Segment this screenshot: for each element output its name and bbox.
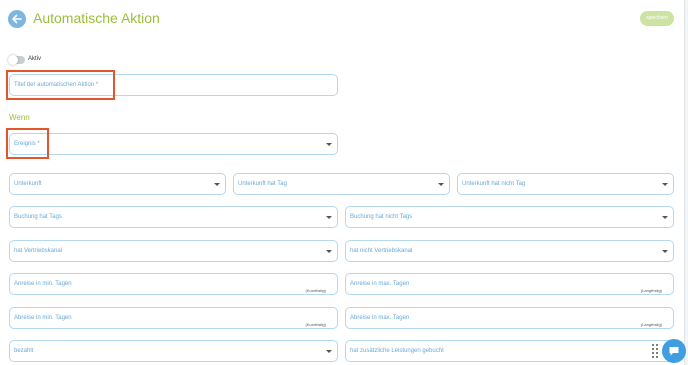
chat-button[interactable] <box>662 339 686 363</box>
page-title: Automatische Aktion <box>33 10 160 26</box>
chevron-down-icon <box>326 216 332 219</box>
buchung-hat-tags-label: Buchung hat Tags <box>14 214 62 220</box>
chevron-down-icon <box>662 216 668 219</box>
abreise-min-input[interactable]: Abreise in min. Tagen (Kurzfristig) <box>9 307 338 329</box>
chevron-down-icon <box>438 183 444 186</box>
abreise-min-label: Abreise in min. Tagen <box>14 315 72 321</box>
form-card: Automatische Aktion speichern Aktiv Tite… <box>0 0 685 365</box>
buchung-hat-nicht-tags-label: Buchung hat nicht Tags <box>350 214 413 220</box>
zusaetzliche-leistungen-select[interactable]: hat zusätzliche Leistungen gebucht <box>345 340 674 362</box>
chevron-down-icon <box>214 183 220 186</box>
chevron-down-icon <box>662 183 668 186</box>
abreise-max-input[interactable]: Abreise in max. Tagen (Langfristig) <box>345 307 674 329</box>
abreise-max-label: Abreise in max. Tagen <box>350 315 410 321</box>
chevron-down-icon <box>662 250 668 253</box>
unterkunft-hat-nicht-tag-select[interactable]: Unterkunft hat nicht Tag <box>457 173 674 195</box>
back-button[interactable] <box>8 10 26 28</box>
abreise-max-hint: (Langfristig) <box>640 322 662 327</box>
arrow-left-icon <box>12 14 22 24</box>
page-header: Automatische Aktion speichern <box>0 0 684 38</box>
toggle-knob <box>8 55 18 65</box>
chat-bubble-icon <box>669 347 679 356</box>
title-highlight-box <box>6 70 115 100</box>
unterkunft-hat-nicht-tag-label: Unterkunft hat nicht Tag <box>462 181 526 187</box>
hat-vertriebskanal-label: hat Vertriebskanal <box>14 248 63 254</box>
chevron-down-icon <box>326 250 332 253</box>
save-button[interactable]: speichern <box>640 11 674 26</box>
chevron-down-icon <box>326 143 332 146</box>
bezahlt-label: bezahlt <box>14 348 34 354</box>
buchung-hat-nicht-tags-select[interactable]: Buchung hat nicht Tags <box>345 206 674 228</box>
abreise-min-hint: (Kurzfristig) <box>305 322 326 327</box>
zusaetzliche-leistungen-label: hat zusätzliche Leistungen gebucht <box>350 348 444 354</box>
section-heading-wenn: Wenn <box>9 113 30 122</box>
active-toggle[interactable] <box>8 55 25 65</box>
event-highlight-box <box>6 128 49 159</box>
unterkunft-select[interactable]: Unterkunft <box>9 173 226 195</box>
bezahlt-select[interactable]: bezahlt <box>9 340 338 362</box>
drag-handle-icon[interactable] <box>652 344 658 358</box>
anreise-min-hint: (Kurzfristig) <box>305 288 326 293</box>
event-select[interactable]: Ereignis * <box>9 133 338 155</box>
anreise-max-label: Anreise in max. Tagen <box>350 281 410 287</box>
active-toggle-label: Aktiv <box>28 56 42 62</box>
hat-nicht-vertriebskanal-label: hat nicht Vertriebskanal <box>350 248 413 254</box>
anreise-max-hint: (Langfristig) <box>640 288 662 293</box>
buchung-hat-tags-select[interactable]: Buchung hat Tags <box>9 206 338 228</box>
unterkunft-hat-tag-select[interactable]: Unterkunft hat Tag <box>233 173 450 195</box>
unterkunft-select-label: Unterkunft <box>14 181 42 187</box>
anreise-min-label: Anreise in min. Tagen <box>14 281 72 287</box>
anreise-max-input[interactable]: Anreise in max. Tagen (Langfristig) <box>345 273 674 295</box>
chevron-down-icon <box>326 350 332 353</box>
hat-vertriebskanal-select[interactable]: hat Vertriebskanal <box>9 240 338 262</box>
anreise-min-input[interactable]: Anreise in min. Tagen (Kurzfristig) <box>9 273 338 295</box>
hat-nicht-vertriebskanal-select[interactable]: hat nicht Vertriebskanal <box>345 240 674 262</box>
unterkunft-hat-tag-label: Unterkunft hat Tag <box>238 181 287 187</box>
